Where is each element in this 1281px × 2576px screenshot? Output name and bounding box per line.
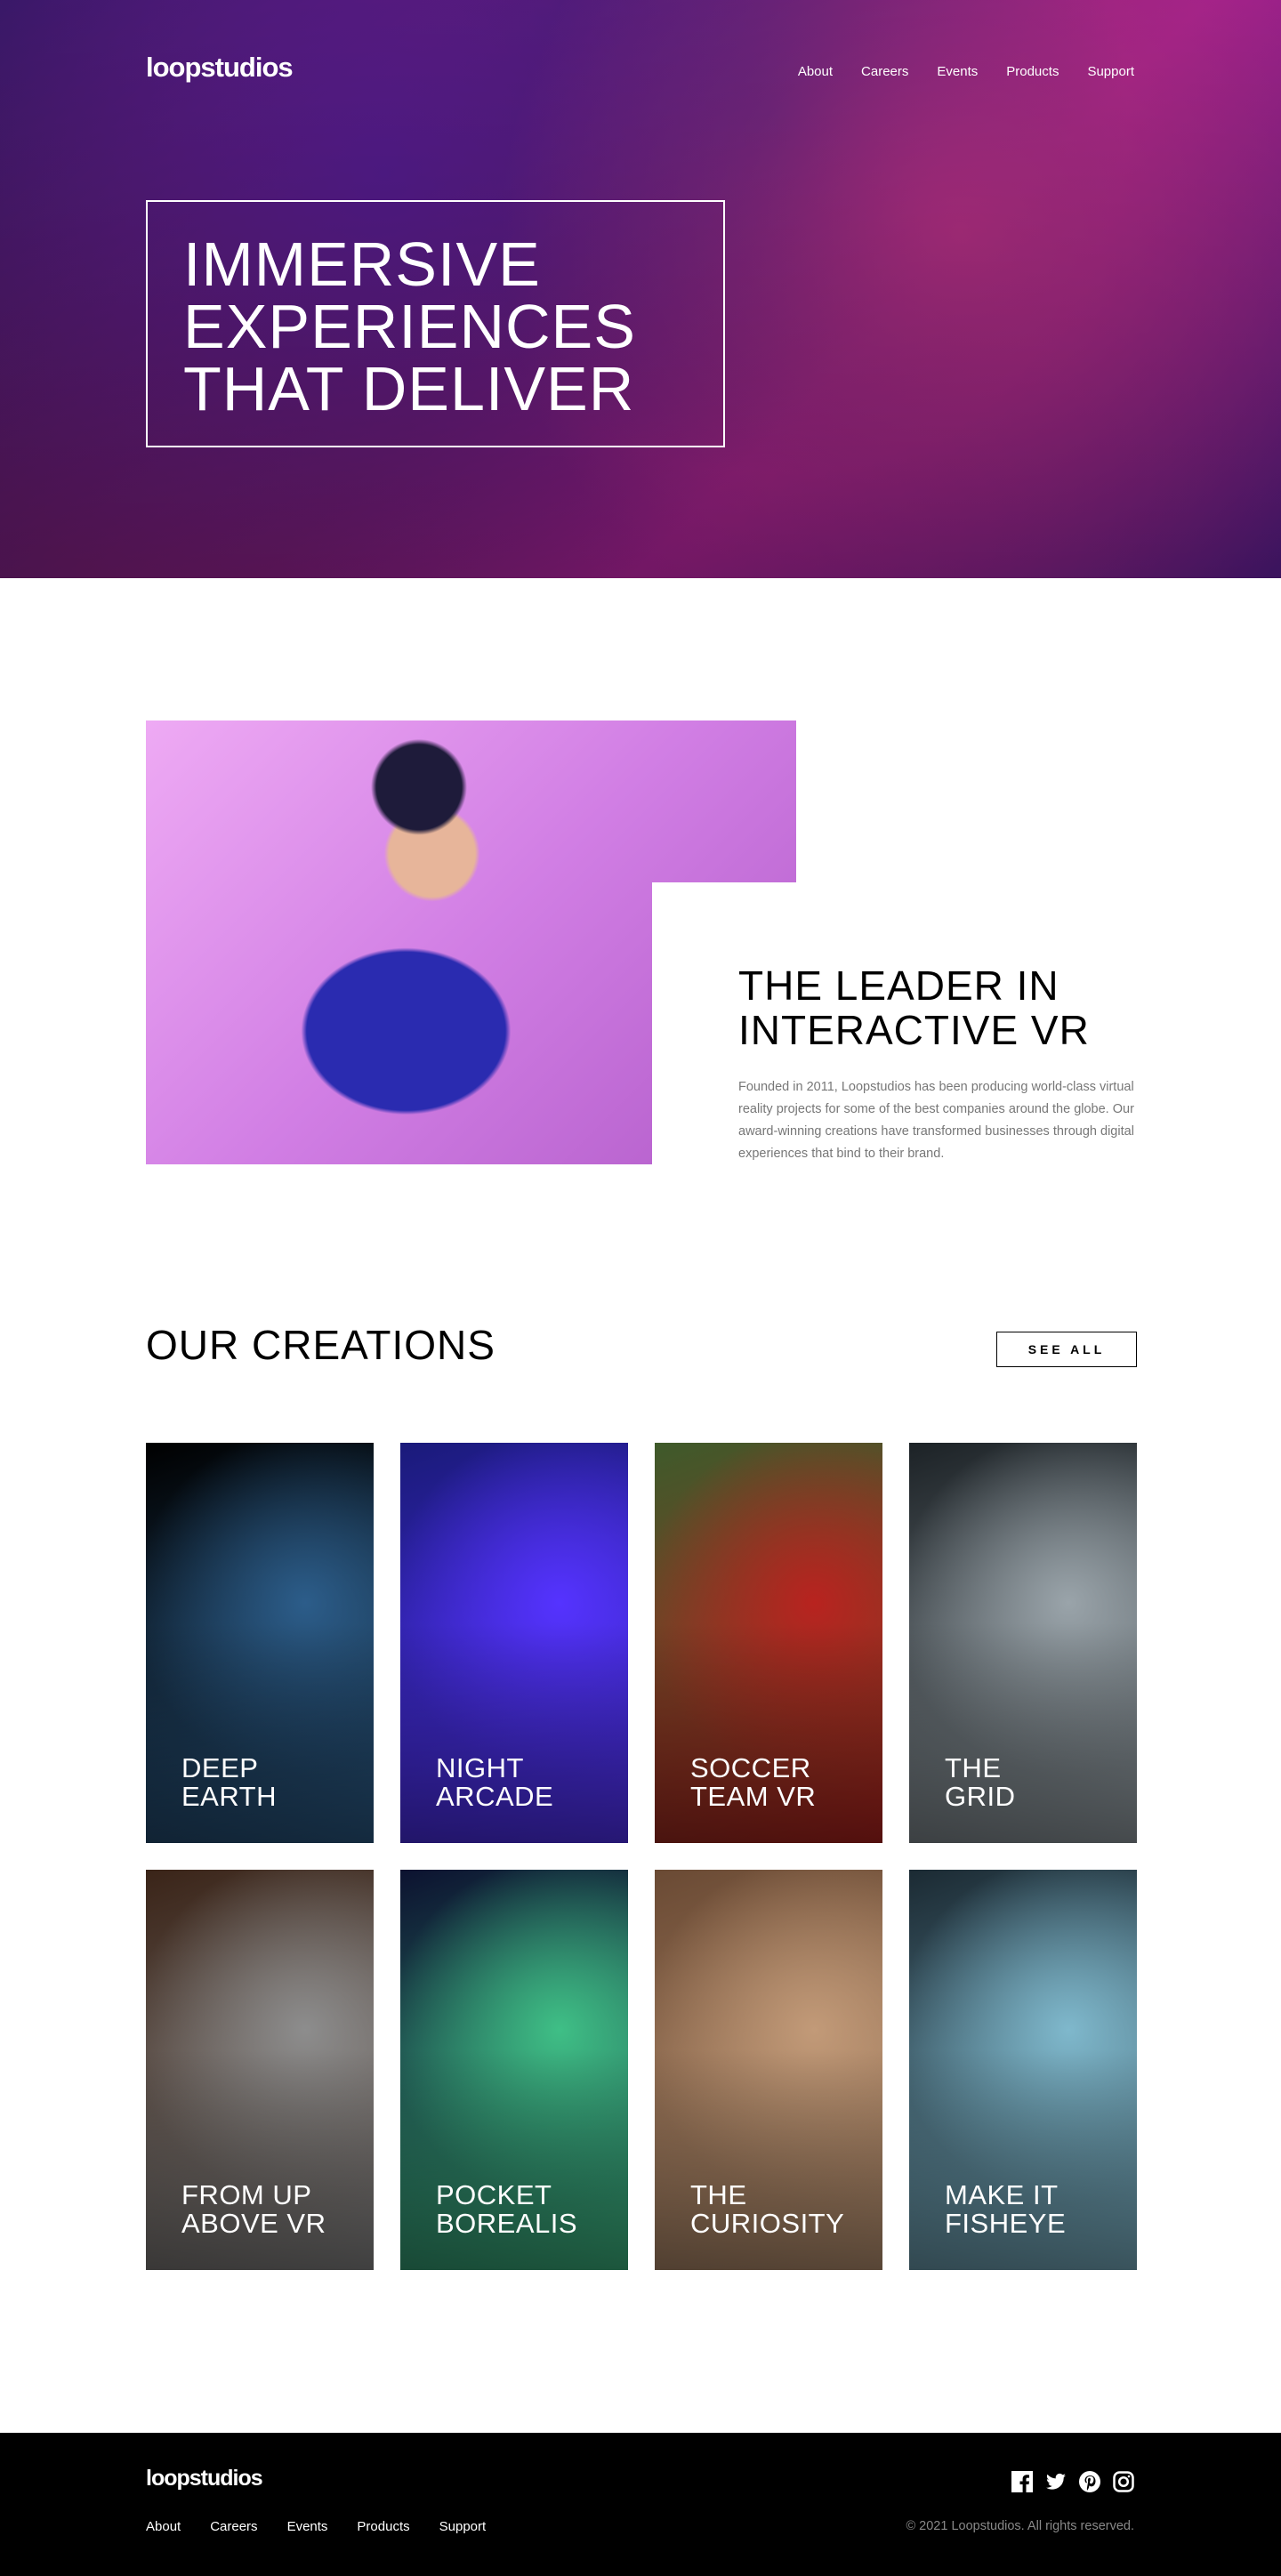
creation-card[interactable]: NIGHT ARCADE	[400, 1443, 628, 1843]
see-all-button[interactable]: SEE ALL	[996, 1332, 1137, 1367]
footer-logo[interactable]: loopstudios	[146, 2466, 263, 2491]
card-title: DEEP EARTH	[181, 1752, 278, 1812]
creation-card[interactable]: POCKET BOREALIS	[400, 1870, 628, 2270]
creation-card[interactable]: THE GRID	[909, 1443, 1137, 1843]
creation-card[interactable]: SOCCER TEAM VR	[655, 1443, 882, 1843]
card-title: POCKET BOREALIS	[436, 2179, 578, 2239]
main-nav: About Careers Events Products Support	[798, 64, 1134, 79]
nav-about[interactable]: About	[798, 64, 833, 79]
facebook-icon[interactable]	[1011, 2471, 1033, 2492]
card-title: THE GRID	[945, 1752, 1016, 1812]
hero-title-line: EXPERIENCES	[183, 292, 636, 361]
card-title: SOCCER TEAM VR	[690, 1752, 817, 1812]
social-links	[1011, 2471, 1134, 2492]
creations-heading: OUR CREATIONS	[146, 1322, 495, 1368]
footer-link-careers[interactable]: Careers	[210, 2519, 257, 2534]
card-title: MAKE IT FISHEYE	[945, 2179, 1067, 2239]
copyright: © 2021 Loopstudios. All rights reserved.	[906, 2519, 1134, 2533]
pinterest-icon[interactable]	[1079, 2471, 1100, 2492]
footer-link-support[interactable]: Support	[439, 2519, 487, 2534]
card-shade	[909, 1443, 1137, 1843]
about-text: Founded in 2011, Loopstudios has been pr…	[738, 1080, 1134, 1161]
card-title: NIGHT ARCADE	[436, 1752, 554, 1812]
nav-products[interactable]: Products	[1006, 64, 1059, 79]
nav-events[interactable]: Events	[937, 64, 978, 79]
footer-nav: About Careers Events Products Support	[146, 2519, 486, 2534]
footer-link-events[interactable]: Events	[287, 2519, 328, 2534]
hero-title-box: IMMERSIVE EXPERIENCES THAT DELIVER	[146, 200, 725, 447]
footer-link-about[interactable]: About	[146, 2519, 181, 2534]
creation-card[interactable]: FROM UP ABOVE VR	[146, 1870, 374, 2270]
hero-title-line: IMMERSIVE	[183, 229, 541, 299]
creation-card[interactable]: THE CURIOSITY	[655, 1870, 882, 2270]
creation-card[interactable]: MAKE IT FISHEYE	[909, 1870, 1137, 2270]
logo[interactable]: loopstudios	[146, 52, 294, 84]
card-title: FROM UP ABOVE VR	[181, 2179, 326, 2239]
card-title: THE CURIOSITY	[690, 2179, 845, 2239]
nav-support[interactable]: Support	[1087, 64, 1134, 79]
twitter-icon[interactable]	[1045, 2471, 1067, 2492]
footer-link-products[interactable]: Products	[357, 2519, 409, 2534]
nav-careers[interactable]: Careers	[861, 64, 908, 79]
about-heading: THE LEADER IN INTERACTIVE VR	[738, 962, 1090, 1053]
footer	[0, 2433, 1281, 2576]
creation-card[interactable]: DEEP EARTH	[146, 1443, 374, 1843]
hero-title-line: THAT DELIVER	[183, 354, 635, 423]
instagram-icon[interactable]	[1113, 2471, 1134, 2492]
